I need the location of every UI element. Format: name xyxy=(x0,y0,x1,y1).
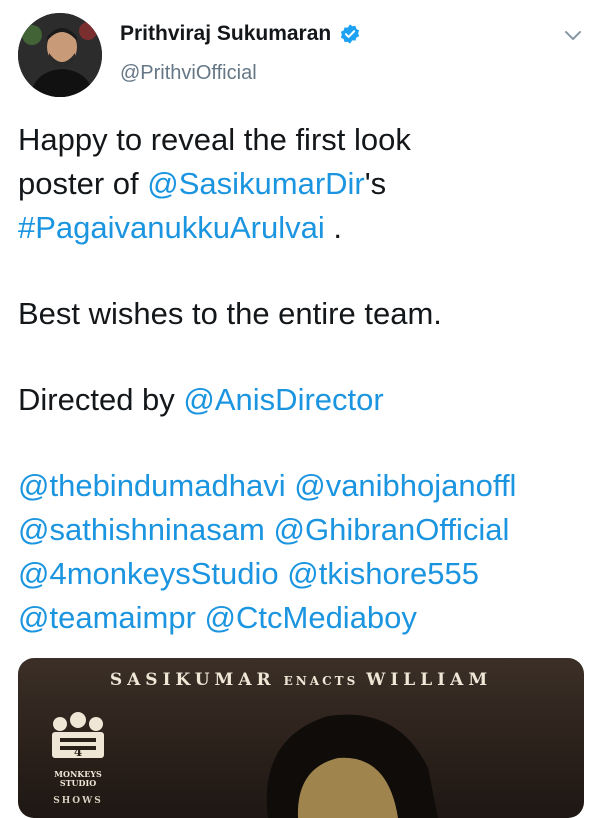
mention-link[interactable]: @tkishore555 xyxy=(287,556,479,591)
tweet-text-segment: 's xyxy=(364,166,387,201)
svg-text:4: 4 xyxy=(74,745,82,759)
tweet-text-segment: poster of xyxy=(18,166,148,201)
tweet-line: poster of @SasikumarDir's xyxy=(18,162,588,206)
tweet-text-segment: Directed by xyxy=(18,382,184,417)
poster-headline-connector: ENACTS xyxy=(283,674,359,688)
mention-link[interactable]: @thebindumadhavi xyxy=(18,468,286,503)
name-row: Prithviraj Sukumaran xyxy=(120,22,361,46)
mentions-line: @4monkeysStudio @tkishore555 xyxy=(18,552,588,596)
verified-icon xyxy=(339,23,361,45)
tweet-line: Best wishes to the entire team. xyxy=(18,292,588,336)
studio-shows-text: SHOWS xyxy=(53,796,103,806)
chevron-down-icon[interactable] xyxy=(562,24,584,46)
mentions-line: @teamaimpr @CtcMediaboy xyxy=(18,596,588,640)
tweet-line: Directed by @AnisDirector xyxy=(18,378,588,422)
poster-character-art xyxy=(266,714,438,818)
mention-link[interactable]: @GhibranOfficial xyxy=(274,512,510,547)
poster-headline-role: WILLIAM xyxy=(366,670,493,690)
mentions-line: @sathishninasam @GhibranOfficial xyxy=(18,508,588,552)
mention-link[interactable]: @teamaimpr xyxy=(18,600,196,635)
tweet-text: Happy to reveal the first look poster of… xyxy=(18,118,588,640)
tweet-text-segment: Best wishes to the entire team. xyxy=(18,296,442,331)
tweet-line: Happy to reveal the first look xyxy=(18,118,588,162)
avatar[interactable] xyxy=(18,13,102,97)
tweet-header: Prithviraj Sukumaran @PrithviOfficial xyxy=(0,0,600,110)
poster-headline-name: SASIKUMAR xyxy=(109,670,276,690)
hashtag-link[interactable]: #PagaivanukkuArulvai xyxy=(18,210,325,245)
mention-sasikumardir[interactable]: @SasikumarDir xyxy=(147,166,365,201)
tweet-text-segment: Happy to reveal the first look xyxy=(18,122,411,157)
tweet-line: #PagaivanukkuArulvai . xyxy=(18,206,588,250)
poster-headline: SASIKUMAR ENACTS WILLIAM xyxy=(18,670,584,690)
mention-link[interactable]: @vanibhojanoffl xyxy=(294,468,516,503)
media-image[interactable]: SASIKUMAR ENACTS WILLIAM 4 MONKEYS STUDIO … xyxy=(18,658,584,818)
mentions-line: @thebindumadhavi @vanibhojanoffl xyxy=(18,464,588,508)
mention-link[interactable]: @sathishninasam xyxy=(18,512,265,547)
studio-logo-text: MONKEYS STUDIO xyxy=(54,769,102,788)
display-name[interactable]: Prithviraj Sukumaran xyxy=(120,22,331,46)
user-handle[interactable]: @PrithviOfficial xyxy=(120,62,257,85)
tweet-text-segment: . xyxy=(324,210,342,245)
mention-link[interactable]: @4monkeysStudio xyxy=(18,556,279,591)
mention-link[interactable]: @CtcMediaboy xyxy=(205,600,417,635)
mention-anisdirector[interactable]: @AnisDirector xyxy=(183,382,383,417)
avatar-photo xyxy=(18,13,102,97)
